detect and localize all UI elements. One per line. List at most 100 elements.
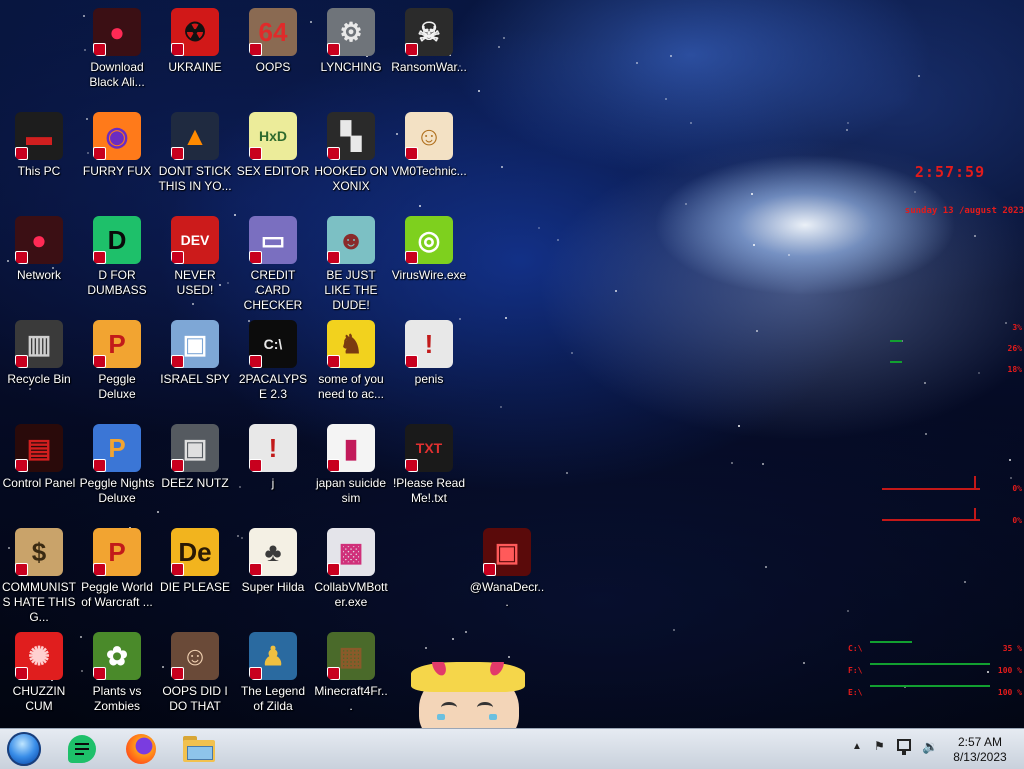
shortcut-arrow-icon [327, 667, 340, 680]
desktop-icon[interactable]: ✿ Plants vs Zombies [78, 626, 156, 724]
desktop-icon[interactable]: De DIE PLEASE [156, 522, 234, 620]
desktop-icon[interactable]: P Peggle Nights Deluxe [78, 418, 156, 516]
desktop-icon[interactable]: P Peggle Deluxe [78, 314, 156, 412]
firefox-icon [126, 734, 156, 764]
desktop-icon[interactable]: ◉ FURRY FUX [78, 106, 156, 204]
desktop-icon[interactable]: ✺ CHUZZIN CUM [0, 626, 78, 724]
desktop-icon-label: Recycle Bin [7, 372, 71, 386]
desktop-icon[interactable]: D D FOR DUMBASS [78, 210, 156, 308]
desktop-icon[interactable]: ▬ This PC [0, 106, 78, 204]
desktop-icon-label: @WanaDecr... [469, 580, 545, 609]
desktop-icon[interactable]: ▣ @WanaDecr... [468, 522, 546, 620]
desktop-icon[interactable]: ▥ Recycle Bin [0, 314, 78, 412]
desktop-icon-label: HOOKED ON XONIX [314, 164, 388, 193]
desktop-icon[interactable]: ● Network [0, 210, 78, 308]
drive-label-e: E:\ [848, 688, 863, 697]
desktop-icon[interactable]: P Peggle World of Warcraft ... [78, 522, 156, 620]
desktop-icon[interactable]: TXT !Please Read Me!.txt [390, 418, 468, 516]
pixel-dog-icon: ♣ [249, 528, 297, 576]
desktop-icon[interactable]: ▲ DONT STICK THIS IN YO... [156, 106, 234, 204]
taskbar-file-explorer[interactable] [175, 732, 223, 766]
shortcut-arrow-icon [327, 43, 340, 56]
star [964, 581, 966, 583]
desktop-icon[interactable]: ☻ BE JUST LIKE THE DUDE! [312, 210, 390, 312]
shortcut-arrow-icon [405, 459, 418, 472]
shortcut-arrow-icon [93, 667, 106, 680]
desktop-icon-label: VM0Technic... [391, 164, 467, 178]
shortcut-arrow-icon [15, 459, 28, 472]
star [673, 629, 675, 631]
star [665, 98, 667, 100]
desktop-icon[interactable]: ▣ ISRAEL SPY [156, 314, 234, 412]
noose-icon: ⚙ [327, 8, 375, 56]
desktop-icon[interactable]: ▤ Control Panel [0, 418, 78, 516]
desktop-icon[interactable]: $ COMMUNISTS HATE THIS G... [0, 522, 78, 624]
taskbar-chat-app[interactable] [58, 732, 106, 766]
shortcut-arrow-icon [327, 251, 340, 264]
desktop-icon[interactable]: 64 OOPS [234, 2, 312, 100]
minecraft-block-icon: ▦ [327, 632, 375, 680]
desktop-icon[interactable]: ☢ UKRAINE [156, 2, 234, 100]
cpu-bar-1 [890, 340, 902, 342]
desktop-icon-label: Network [16, 268, 61, 282]
desktop-icon[interactable]: ▮ japan suicide sim [312, 418, 390, 516]
drive-label-f: F:\ [848, 666, 863, 675]
shortcut-arrow-icon [171, 563, 184, 576]
desktop-icon[interactable]: ! j [234, 418, 312, 516]
folder-icon [183, 736, 215, 762]
desktop-icon[interactable]: ♞ some of you need to ac... [312, 314, 390, 412]
blank-file-icon: ! [249, 424, 297, 472]
shortcut-arrow-icon [93, 43, 106, 56]
star [914, 191, 916, 193]
desktop-icon[interactable]: DEV NEVER USED! [156, 210, 234, 308]
taskbar-date: 8/13/2023 [953, 750, 1007, 764]
desktop-icon[interactable]: ☺ VM0Technic... [390, 106, 468, 204]
desktop-icon[interactable]: ☺ OOPS DID I DO THAT [156, 626, 234, 724]
network-tray-icon[interactable] [897, 739, 911, 755]
desktop-icon[interactable]: ! penis [390, 314, 468, 412]
desktop-icon[interactable]: ⚙ LYNCHING [312, 2, 390, 100]
start-button[interactable] [7, 732, 41, 766]
shortcut-arrow-icon [249, 355, 262, 368]
star [974, 235, 976, 237]
desktop-icon[interactable]: ♣ Super Hilda [234, 522, 312, 620]
file-icon: ▮ [327, 424, 375, 472]
desktop-icon[interactable]: ▦ Minecraft4Fr... [312, 626, 390, 724]
desktop-icon[interactable]: ▭ CREDIT CARD CHECKER [234, 210, 312, 312]
star [503, 37, 505, 39]
shortcut-arrow-icon [249, 667, 262, 680]
shortcut-arrow-icon [249, 251, 262, 264]
desktop-icon[interactable]: HxD SEX EDITOR [234, 106, 312, 204]
desktop-icon[interactable]: ● Download Black Ali... [78, 2, 156, 100]
action-center-flag-icon[interactable]: ⚑ [874, 739, 885, 753]
desktop-icon[interactable]: ▚ HOOKED ON XONIX [312, 106, 390, 204]
taskbar-clock[interactable]: 2:57 AM 8/13/2023 [948, 735, 1012, 765]
desktop-icon[interactable]: ♟ The Legend of Zilda [234, 626, 312, 724]
shortcut-arrow-icon [93, 355, 106, 368]
desktop-icon[interactable]: ◎ VirusWire.exe [390, 210, 468, 308]
desktop-icon-label: CHUZZIN CUM [12, 684, 66, 713]
portrait-icon: ☺ [171, 632, 219, 680]
desktop-icon-label: D FOR DUMBASS [87, 268, 147, 297]
peggle-wow-icon: P [93, 528, 141, 576]
show-hidden-icons-button[interactable]: ▲ [852, 741, 862, 752]
volume-icon[interactable]: 🔉 [922, 739, 938, 755]
star [731, 462, 733, 464]
desktop-icon-label: OOPS [255, 60, 291, 74]
star [846, 129, 848, 131]
desktop-icon[interactable]: ☠ RansomWar... [390, 2, 468, 100]
taskbar-firefox[interactable] [117, 732, 165, 766]
star [425, 647, 427, 649]
desktop-icon-label: BE JUST LIKE THE DUDE! [324, 268, 378, 312]
desktop-icon[interactable]: ▩ CollabVMBotter.exe [312, 522, 390, 620]
shortcut-arrow-icon [405, 355, 418, 368]
txt-file-icon: TXT [405, 424, 453, 472]
vlc-cone-icon: ▲ [171, 112, 219, 160]
star [465, 631, 467, 633]
star [918, 75, 920, 77]
hxd-icon: HxD [249, 112, 297, 160]
desktop-icon[interactable]: ▣ DEEZ NUTZ [156, 418, 234, 516]
desktop-icon[interactable]: C:\ 2PACALYPSE 2.3 [234, 314, 312, 412]
shortcut-arrow-icon [249, 459, 262, 472]
shortcut-arrow-icon [405, 251, 418, 264]
